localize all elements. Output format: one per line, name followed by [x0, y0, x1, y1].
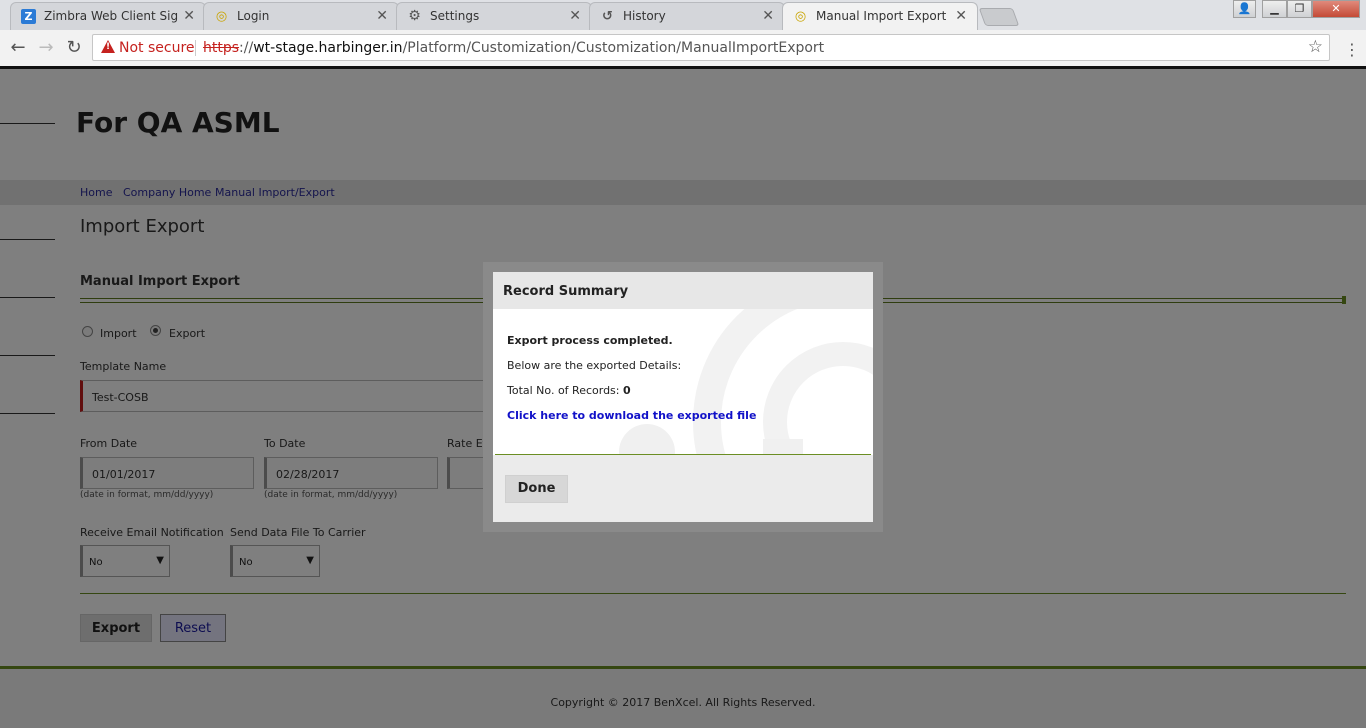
record-summary-dialog: Record Summary Export process completed.… — [493, 272, 873, 522]
tab-login[interactable]: ◎ Login ✕ — [203, 2, 399, 30]
not-secure-label[interactable]: Not secure — [119, 40, 195, 56]
close-window-icon[interactable]: ✕ — [1312, 0, 1360, 18]
tab-title: Manual Import Export — [816, 9, 947, 23]
browser-menu-icon[interactable]: ⋮ — [1344, 40, 1360, 59]
close-tab-icon[interactable]: ✕ — [955, 8, 967, 24]
export-completed-message: Export process completed. — [507, 334, 673, 347]
address-bar[interactable]: ! Not secure https://wt-stage.harbinger.… — [92, 34, 1330, 61]
new-tab-button[interactable] — [978, 8, 1020, 26]
total-records-label: Total No. of Records: — [507, 384, 620, 397]
bookmark-star-icon[interactable]: ☆ — [1308, 37, 1323, 57]
browser-tab-bar: Z Zimbra Web Client Sign In ✕ ◎ Login ✕ … — [0, 0, 1366, 31]
done-button[interactable]: Done — [505, 475, 568, 503]
close-tab-icon[interactable]: ✕ — [376, 8, 388, 24]
url-text[interactable]: https://wt-stage.harbinger.in/Platform/C… — [203, 40, 824, 56]
dialog-footer: Done — [493, 455, 873, 522]
globe-icon: ◎ — [215, 9, 228, 24]
tab-title: Zimbra Web Client Sign In — [44, 9, 179, 23]
reload-icon[interactable]: ↻ — [62, 36, 86, 60]
tab-settings[interactable]: ⚙ Settings ✕ — [396, 2, 592, 30]
download-exported-file-link[interactable]: Click here to download the exported file — [507, 409, 756, 422]
dialog-title: Record Summary — [503, 284, 629, 299]
maximize-icon[interactable]: ❐ — [1287, 0, 1312, 18]
close-tab-icon[interactable]: ✕ — [762, 8, 774, 24]
tab-title: Settings — [430, 9, 480, 23]
exported-details-label: Below are the exported Details: — [507, 359, 682, 372]
tab-zimbra[interactable]: Z Zimbra Web Client Sign In ✕ — [10, 2, 206, 30]
minimize-icon[interactable]: ▁ — [1262, 0, 1287, 18]
forward-arrow-icon[interactable]: → — [34, 36, 58, 60]
back-arrow-icon[interactable]: ← — [6, 36, 30, 60]
divider — [195, 40, 196, 56]
tab-title: History — [623, 9, 666, 23]
url-path: /Platform/Customization/Customization/Ma… — [402, 40, 825, 56]
warning-icon: ! — [101, 40, 115, 53]
url-host: wt-stage.harbinger.in — [253, 40, 403, 56]
watermark-bar — [763, 439, 803, 455]
tab-history[interactable]: ↺ History ✕ — [589, 2, 785, 30]
user-icon[interactable]: 👤 — [1233, 0, 1256, 18]
gear-icon: ⚙ — [408, 8, 421, 24]
close-tab-icon[interactable]: ✕ — [569, 8, 581, 24]
total-records-line: Total No. of Records: 0 — [507, 384, 631, 397]
url-separator: :// — [239, 40, 254, 56]
tab-title: Login — [237, 9, 270, 23]
zimbra-icon: Z — [21, 9, 36, 24]
total-records-value: 0 — [623, 384, 631, 397]
tab-manual-import-export[interactable]: ◎ Manual Import Export ✕ — [782, 2, 978, 31]
dialog-header: Record Summary — [493, 272, 873, 309]
url-protocol: https — [203, 40, 240, 56]
browser-toolbar: ← → ↻ ! Not secure https://wt-stage.harb… — [0, 30, 1366, 67]
history-icon: ↺ — [602, 9, 613, 24]
close-tab-icon[interactable]: ✕ — [183, 8, 195, 24]
globe-icon: ◎ — [794, 9, 807, 24]
